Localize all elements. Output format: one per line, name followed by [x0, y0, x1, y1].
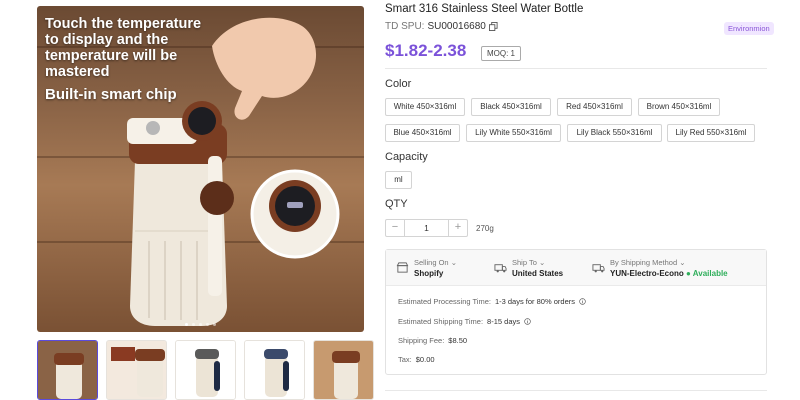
info-icon[interactable]: [579, 298, 586, 305]
color-option-red-450[interactable]: Red 450×316ml: [557, 98, 632, 116]
truck-icon: [494, 264, 507, 273]
thumbnail[interactable]: [175, 340, 236, 400]
decrement-button[interactable]: −: [386, 220, 404, 236]
spu-line: TD SPU: SU00016680: [385, 21, 498, 32]
delivery-truck-icon: [592, 264, 605, 273]
chevron-down-icon: ⌄: [679, 258, 686, 267]
divider: [385, 68, 767, 69]
color-option-blue-450[interactable]: Blue 450×316ml: [385, 124, 460, 142]
shipping-fee-label: Shipping Fee:: [398, 336, 445, 345]
store-icon: [396, 262, 409, 273]
category-tag: Environmion: [724, 22, 774, 35]
capacity-label: Capacity: [385, 151, 428, 163]
quantity-input[interactable]: 1: [404, 220, 449, 236]
product-title: Smart 316 Stainless Steel Water Bottle: [385, 3, 584, 15]
shipping-panel: Selling On ⌄ Shopify Ship To ⌄ United St…: [385, 249, 767, 375]
selling-on-label: Selling On: [414, 258, 449, 267]
spu-label: TD SPU:: [385, 21, 425, 32]
moq-badge: MOQ: 1: [481, 46, 522, 61]
main-product-image[interactable]: Touch the temperature to display and the…: [37, 6, 364, 332]
price-range: $1.82-2.38: [385, 41, 467, 60]
tax-label: Tax:: [398, 355, 412, 364]
shipping-time-row: Estimated Shipping Time: 8-15 days: [398, 317, 531, 326]
tax-value: $0.00: [415, 355, 435, 364]
quantity-row: − 1 + 270g: [385, 219, 494, 237]
capacity-option-ml[interactable]: ml: [385, 171, 412, 189]
carousel-dot[interactable]: [192, 323, 195, 326]
color-option-brown-450[interactable]: Brown 450×316ml: [638, 98, 720, 116]
shipping-method-value: YUN-Electro-Econo: [610, 269, 684, 278]
divider: [385, 390, 767, 391]
spu-value: SU00016680: [427, 21, 486, 32]
availability-text: Available: [692, 269, 728, 278]
availability-status: ● Available: [686, 269, 728, 278]
shipping-time-value: 8-15 days: [487, 317, 520, 326]
shipping-header: Selling On ⌄ Shopify Ship To ⌄ United St…: [386, 250, 766, 286]
product-weight: 270g: [476, 223, 494, 233]
color-option-white-450[interactable]: White 450×316ml: [385, 98, 465, 116]
color-option-black-450[interactable]: Black 450×316ml: [471, 98, 551, 116]
thumbnail[interactable]: [37, 340, 98, 400]
shipping-fee-row: Shipping Fee: $8.50: [398, 336, 467, 345]
promo-subheadline: Built-in smart chip: [45, 86, 177, 103]
ship-to-selector[interactable]: Ship To ⌄ United States: [494, 258, 563, 280]
color-option-lily-white-550[interactable]: Lily White 550×316ml: [466, 124, 561, 142]
increment-button[interactable]: +: [449, 220, 467, 236]
carousel-dot[interactable]: [213, 323, 216, 326]
carousel-dot[interactable]: [206, 323, 209, 326]
color-option-lily-black-550[interactable]: Lily Black 550×316ml: [567, 124, 662, 142]
promo-headline: Touch the temperature to display and the…: [45, 16, 202, 80]
thumbnail[interactable]: [106, 340, 167, 400]
shipping-fee-value: $8.50: [448, 336, 468, 345]
shipping-method-selector[interactable]: By Shipping Method ⌄ YUN-Electro-Econo ●…: [592, 258, 728, 280]
thumbnail[interactable]: [244, 340, 305, 400]
processing-time-row: Estimated Processing Time: 1-3 days for …: [398, 297, 586, 306]
ship-to-value: United States: [512, 269, 564, 278]
copy-icon[interactable]: [488, 22, 498, 31]
selling-on-value: Shopify: [414, 269, 444, 278]
thumbnail-strip: [37, 340, 374, 400]
shipping-method-label: By Shipping Method: [610, 258, 678, 267]
chevron-down-icon: ⌄: [450, 258, 457, 267]
processing-time-value: 1-3 days for 80% orders: [494, 297, 575, 306]
carousel-dots: [37, 323, 364, 326]
carousel-dot[interactable]: [199, 323, 202, 326]
quantity-stepper: − 1 +: [385, 219, 468, 237]
tax-row: Tax: $0.00: [398, 355, 435, 364]
color-label: Color: [385, 78, 412, 90]
selling-on-selector[interactable]: Selling On ⌄ Shopify: [396, 258, 457, 280]
qty-label: QTY: [385, 198, 408, 210]
ship-to-label: Ship To: [512, 258, 537, 267]
carousel-dot[interactable]: [185, 323, 188, 326]
processing-time-label: Estimated Processing Time:: [398, 297, 491, 306]
color-option-lily-red-550[interactable]: Lily Red 550×316ml: [667, 124, 755, 142]
info-icon[interactable]: [524, 318, 531, 325]
thumbnail[interactable]: [313, 340, 374, 400]
shipping-time-label: Estimated Shipping Time:: [398, 317, 484, 326]
chevron-down-icon: ⌄: [538, 258, 546, 267]
